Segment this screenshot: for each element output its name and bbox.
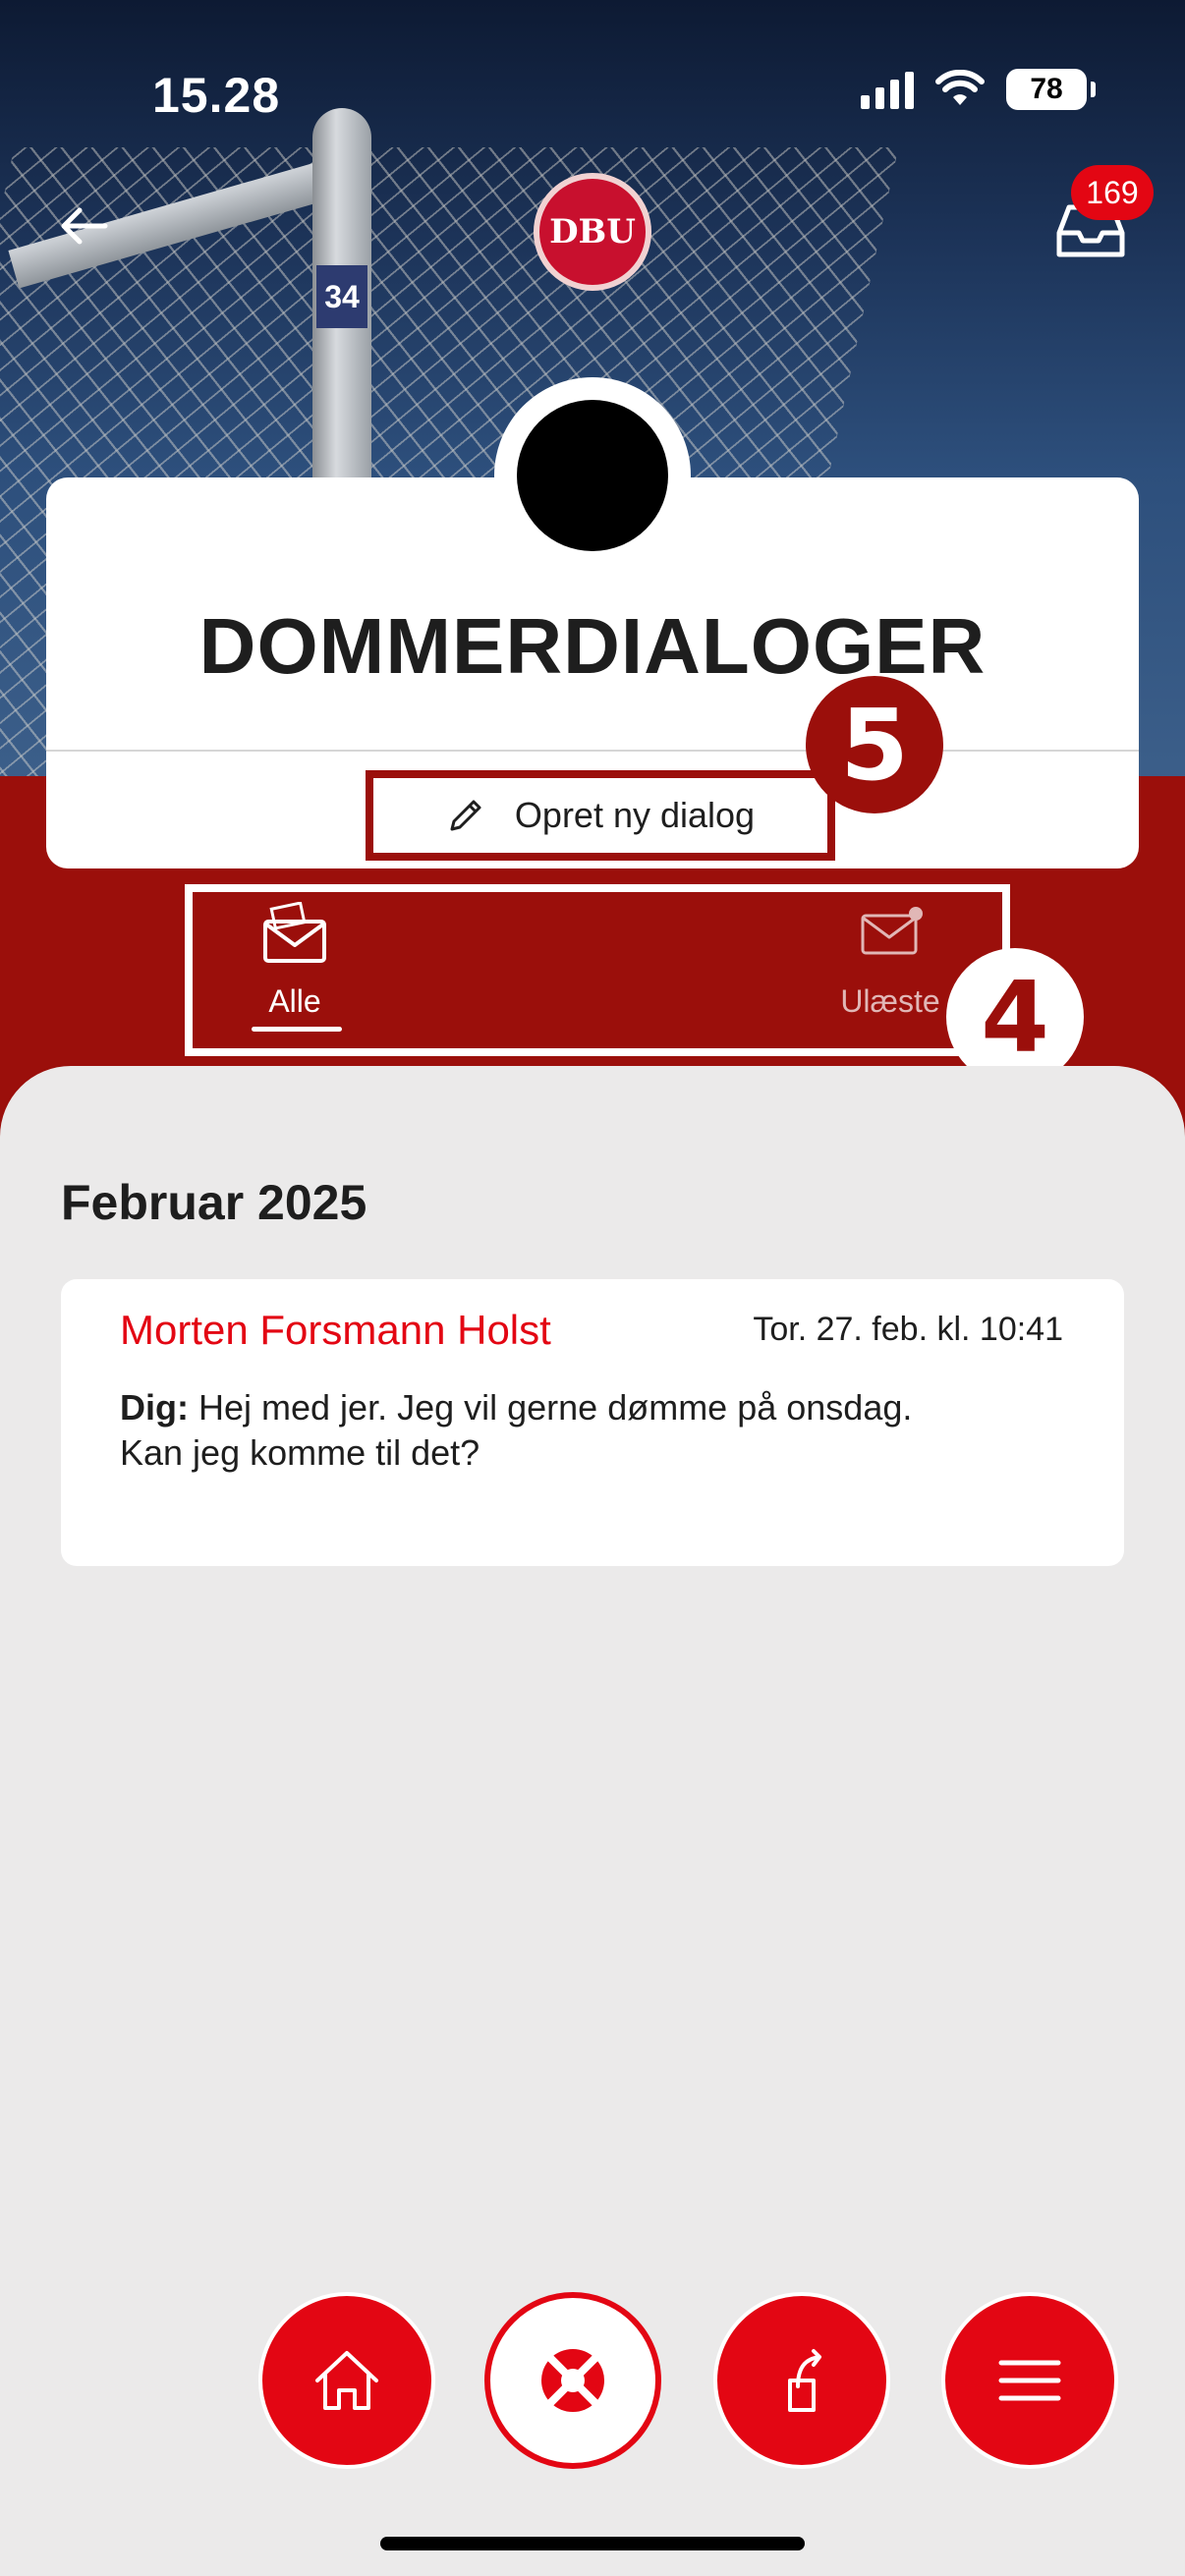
avatar: [517, 400, 668, 551]
dbu-logo: DBU: [534, 173, 651, 291]
dialog-date: Tor. 27. feb. kl. 10:41: [753, 1311, 1063, 1348]
inbox-count-badge: 169: [1071, 165, 1154, 220]
month-heading: Februar 2025: [61, 1175, 367, 1230]
mail-stack-icon: [263, 901, 326, 963]
card-divider: [46, 750, 1139, 752]
wifi-icon: [935, 70, 985, 105]
step-marker-5: 5: [806, 676, 943, 813]
nav-referee-button[interactable]: [484, 2292, 661, 2469]
post-sticker: 34: [316, 265, 367, 328]
dialog-preview: Dig: Hej med jer. Jeg vil gerne dømme på…: [120, 1385, 965, 1476]
active-tab-indicator: [252, 1027, 342, 1032]
home-icon: [315, 2351, 378, 2410]
status-time: 15.28: [152, 68, 281, 123]
status-icons: 78: [861, 69, 1096, 110]
step-marker-4: 4: [946, 948, 1084, 1086]
nav-menu-button[interactable]: [941, 2292, 1118, 2469]
tab-all[interactable]: Alle: [216, 901, 373, 1020]
new-dialog-button[interactable]: Opret ny dialog: [366, 770, 835, 861]
dialog-sender-prefix: Dig:: [120, 1387, 189, 1428]
mail-unread-icon: [861, 907, 923, 955]
avatar-ring: [494, 377, 691, 574]
tab-all-label: Alle: [268, 983, 321, 1019]
whistle-ball-icon: [541, 2349, 604, 2412]
share-hand-icon: [788, 2349, 821, 2412]
battery-icon: 78: [1006, 69, 1096, 110]
cellular-signal-icon: [861, 70, 914, 109]
hamburger-icon: [998, 2360, 1061, 2401]
new-dialog-label: Opret ny dialog: [514, 795, 756, 835]
nav-home-button[interactable]: [258, 2292, 435, 2469]
tab-unread[interactable]: Ulæste: [812, 902, 969, 1020]
page-title: DOMMERDIALOGER: [198, 602, 987, 690]
dialog-text: Hej med jer. Jeg vil gerne dømme på onsd…: [120, 1387, 913, 1473]
tab-unread-label: Ulæste: [840, 983, 940, 1019]
arrow-left-icon: [61, 207, 108, 245]
home-indicator: [380, 2537, 805, 2550]
pencil-icon: [450, 800, 481, 831]
back-button[interactable]: [54, 196, 133, 265]
nav-share-button[interactable]: [713, 2292, 890, 2469]
dialog-name: Morten Forsmann Holst: [120, 1307, 551, 1353]
